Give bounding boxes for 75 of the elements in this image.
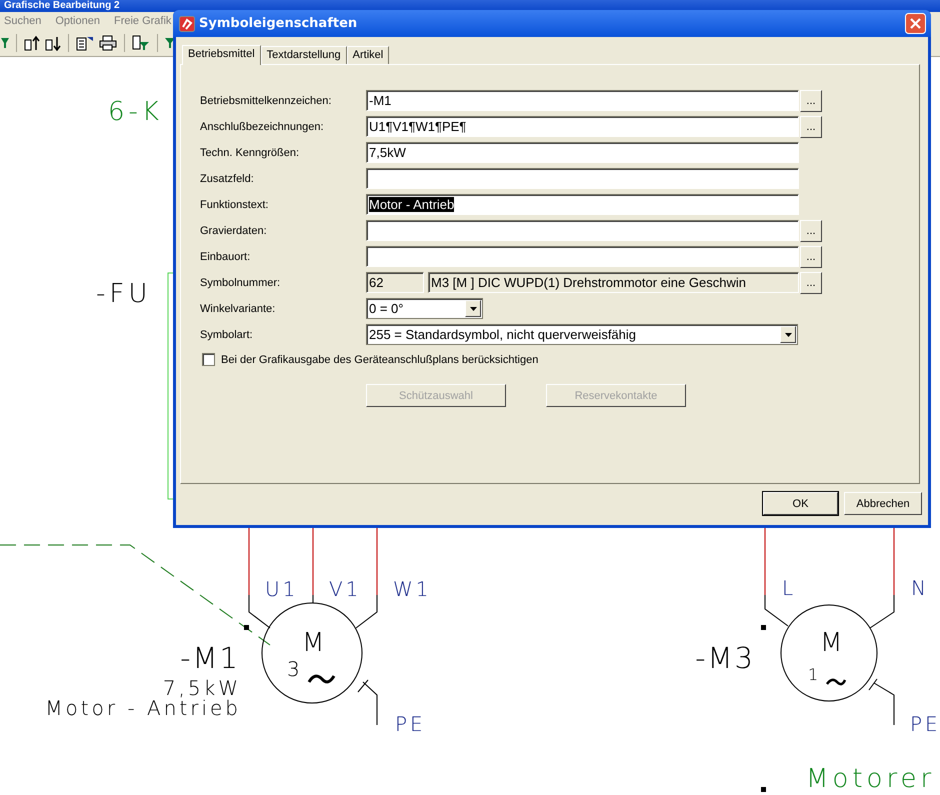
funnel-icon[interactable] (1, 35, 9, 51)
terminal-label: PE (910, 712, 940, 736)
motor-tag: -M3 (695, 641, 755, 675)
input-field[interactable]: -M1 (366, 90, 799, 111)
close-button[interactable] (905, 13, 926, 34)
dropdown[interactable]: 255 = Standardsymbol, nicht querverweisfähig (366, 324, 798, 345)
field-label: Techn. Kenngrößen: (200, 146, 300, 158)
document-filter-icon[interactable] (132, 35, 150, 51)
browse-button[interactable]: ... (800, 90, 822, 112)
input-field[interactable] (366, 220, 799, 241)
terminal-label: W1 (393, 577, 432, 601)
connection-point-icon (761, 625, 766, 630)
annotation-text: Motorer (806, 764, 936, 794)
caret-icon (470, 306, 476, 310)
menu-item[interactable]: Optionen (55, 15, 100, 27)
tab[interactable]: Artikel (346, 46, 390, 64)
terminal-label: N (911, 576, 929, 600)
protective-earth-wire (868, 678, 894, 726)
field-label: Betriebsmittelkennzeichen: (200, 94, 332, 106)
field-label: Gravierdaten: (200, 224, 268, 236)
motor-symbol-label: M (302, 628, 328, 658)
symbol-description-field: M3 [M ] DIC WUPD(1) Drehstrommotor eine Geschwin (428, 272, 799, 293)
dialog-button[interactable]: Abbrechen (844, 492, 922, 515)
field-label: Symbolnummer: (200, 276, 282, 288)
field-label: Funktionstext: (200, 198, 270, 210)
field-value: Motor - Antrieb (369, 197, 454, 212)
symbol-number-field: 62 (366, 272, 424, 293)
browse-button[interactable]: ... (800, 220, 822, 242)
connection-point-icon (244, 625, 249, 630)
field-label: Symbolart: (200, 328, 254, 340)
page-up-icon[interactable] (24, 35, 40, 51)
motor-tag: -M1 (180, 641, 240, 675)
input-field[interactable] (366, 246, 799, 267)
field-value: U1¶V1¶W1¶PE¶ (369, 119, 466, 134)
browse-button[interactable]: ... (800, 272, 822, 294)
cross-reference-label: 6-K (108, 97, 163, 127)
input-field[interactable]: Motor - Antrieb (366, 194, 799, 215)
connection-point-icon (761, 787, 766, 792)
field-label: Winkelvariante: (200, 302, 276, 314)
printer-icon[interactable] (99, 35, 117, 51)
field-label: Einbauort: (200, 250, 252, 262)
input-field[interactable]: 7,5kW (366, 142, 799, 163)
browse-button[interactable]: ... (800, 116, 822, 138)
terminal-label: PE (395, 712, 426, 736)
alternating-current-icon (826, 678, 846, 686)
menu-item[interactable]: Suchen (4, 15, 42, 27)
browse-button[interactable]: ... (800, 246, 822, 268)
terminal-label: V1 (329, 577, 362, 601)
device-group-label: -FU (96, 279, 152, 309)
motor-symbol-label: M (820, 628, 846, 658)
phase-count: 3 (287, 657, 303, 681)
protective-earth-wire (358, 680, 378, 726)
checkbox[interactable] (202, 353, 215, 366)
checkbox-label: Bei der Grafikausgabe des Geräteanschlußplans berücksichtigen (221, 354, 538, 366)
properties-icon[interactable] (76, 35, 94, 51)
dialog-button[interactable]: OK (763, 492, 838, 515)
tab[interactable]: Textdarstellung (260, 46, 347, 64)
input-field[interactable]: U1¶V1¶W1¶PE¶ (366, 116, 799, 137)
field-value: 7,5kW (369, 145, 406, 160)
phase-count: 1 (808, 665, 818, 684)
app-title: Grafische Bearbeitung 2 (3, 0, 120, 12)
terminal-label: U1 (265, 577, 298, 601)
page-down-icon[interactable] (45, 35, 61, 51)
input-field[interactable] (366, 168, 799, 189)
caret-icon (784, 332, 792, 336)
alternating-current-icon (308, 674, 336, 684)
field-label: Zusatzfeld: (200, 172, 255, 184)
dropdown[interactable]: 0 = 0° (366, 298, 483, 319)
terminal-label: L (782, 576, 796, 600)
app-logo-icon (179, 16, 195, 32)
field-value: -M1 (369, 93, 392, 108)
dialog-title: Symboleigenschaften (199, 16, 358, 31)
menu-item[interactable]: Freie Grafik (114, 15, 172, 27)
field-label: Anschlußbezeichnungen: (200, 120, 325, 132)
tab[interactable]: Betriebsmittel (182, 45, 261, 65)
